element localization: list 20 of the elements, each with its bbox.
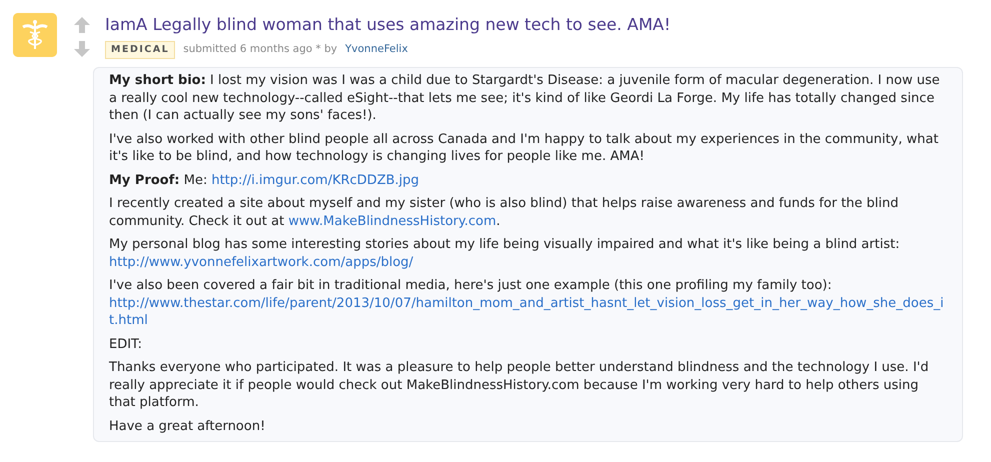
paragraph: My short bio: I lost my vision was I was a child due to Stargardt's Disease: a juvenile form of macular degeneration. I now use a really cool new technology--called eSight--that lets me see; it's kind of like Geordi La Forge. My life has totally changed since then (I can actually see my sons' faces!). [109, 72, 941, 125]
paragraph: I recently created a site about myself and my sister (who is also blind) that helps raise awareness and funds for the blind community. Check it out at www.MakeBlindnessHistory.com. [109, 195, 900, 230]
post-title-link[interactable]: IamA Legally blind woman that uses amazing new tech to see. AMA! [105, 15, 671, 35]
submission-info: submitted 6 months ago * by [183, 42, 338, 58]
link[interactable]: http://i.imgur.com/KRcDDZB.jpg [211, 172, 420, 188]
flair-tag: MEDICAL [105, 41, 176, 60]
link[interactable]: http://www.thestar.com/life/parent/2013/10/07/hamilton_mom_and_artist_hasnt_let_vision_loss_get_in_her_way_how_she_does_it.html [109, 294, 948, 330]
paragraph: Thanks everyone who participated. It was a pleasure to help people better understand blindness and the technology I use. I'd really appreciate it if people would check out MakeBlindnessHistory.com because I'm working very hard to help others using that platform. [109, 359, 930, 412]
paragraph: I've also worked with other blind people all across Canada and I'm happy to talk about my experiences in the community, what it's like to be blind, and how technology is changing lives for people like me. AMA! [109, 130, 940, 166]
paragraph: I've also been covered a fair bit in traditional media, here's just one example (this one profiling my family too): http://www.thestar.com/life/parent/2013/10/07/hamilton_mom_and_artist_hasnt_let_vision_loss_get_in_her_way_how_she_does_it.html [109, 277, 948, 330]
downvote-arrow-icon[interactable] [74, 41, 90, 57]
paragraph: My Proof: Me: http://i.imgur.com/KRcDDZB.jpg [109, 172, 420, 190]
upvote-arrow-icon[interactable] [74, 17, 90, 33]
author-link[interactable]: YvonneFelix [345, 42, 408, 58]
paragraph: My personal blog has some interesting stories about my life being visually impaired and what it's like being a blind artist: http://www.yvonnefelixartwork.com/apps/blog/ [109, 236, 901, 272]
caduceus-icon[interactable] [13, 13, 57, 57]
paragraph: EDIT: [109, 336, 143, 354]
link[interactable]: www.MakeBlindnessHistory.com [288, 214, 496, 229]
link[interactable]: http://www.yvonnefelixartwork.com/apps/blog/ [109, 254, 414, 270]
paragraph: Have a great afternoon! [109, 418, 266, 436]
